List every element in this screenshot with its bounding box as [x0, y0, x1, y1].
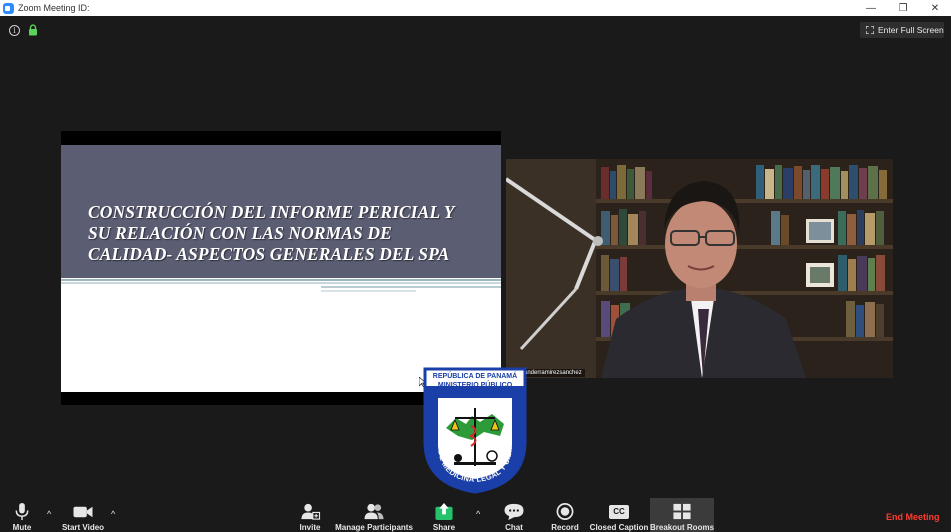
minimize-button[interactable]: —	[855, 0, 887, 16]
record-icon	[556, 503, 574, 520]
zoom-app-icon	[3, 2, 14, 14]
video-camera-icon	[73, 506, 93, 518]
invite-person-icon	[301, 503, 321, 520]
chat-bubble-icon	[504, 503, 524, 521]
breakout-rooms-label: Breakout Rooms	[650, 523, 715, 532]
share-options-caret-icon[interactable]: ^	[476, 509, 480, 519]
close-button[interactable]: ✕	[919, 0, 951, 16]
full-screen-label: Enter Full Screen	[878, 25, 944, 35]
breakout-rooms-icon	[673, 503, 691, 520]
encryption-lock-icon[interactable]	[27, 24, 39, 36]
closed-caption-label: Closed Caption	[589, 523, 649, 532]
seal-ring-text: INSTITUTO DE MEDICINA LEGAL Y CIENCIAS F…	[422, 366, 514, 484]
zoom-meeting-window: Zoom Meeting ID: — ❐ ✕ i Enter Full Scre…	[0, 0, 951, 532]
shared-screen[interactable]: CONSTRUCCIÓN DEL INFORME PERICIAL Y SU R…	[61, 131, 501, 405]
record-button[interactable]: Record	[549, 498, 581, 532]
chat-button[interactable]: Chat	[498, 498, 530, 532]
record-label: Record	[551, 523, 579, 532]
closed-caption-button[interactable]: CC Closed Caption	[590, 498, 648, 532]
slide-title-line-2: SU RELACIÓN CON LAS NORMAS DE	[88, 223, 392, 243]
invite-label: Invite	[299, 523, 321, 532]
microphone-icon	[15, 502, 29, 521]
svg-text:INSTITUTO DE MEDICINA LEGAL Y: INSTITUTO DE MEDICINA LEGAL Y CIENCIAS F…	[422, 366, 514, 484]
slide-title-line-1: CONSTRUCCIÓN DEL INFORME PERICIAL Y	[88, 202, 455, 222]
start-video-label: Start Video	[61, 523, 105, 532]
invite-button[interactable]: Invite	[294, 498, 326, 532]
closed-caption-icon: CC	[607, 502, 631, 521]
manage-participants-label: Manage Participants	[335, 523, 413, 532]
title-bar: Zoom Meeting ID: — ❐ ✕	[0, 0, 951, 16]
participants-icon	[364, 503, 384, 520]
cc-glyph: CC	[609, 504, 629, 519]
start-video-button[interactable]: Start Video	[60, 498, 106, 532]
chat-label: Chat	[505, 523, 523, 532]
slide-title: CONSTRUCCIÓN DEL INFORME PERICIAL Y SU R…	[88, 202, 488, 265]
institute-seal-logo: REPÚBLICA DE PANAMÁ MINISTERIO PÚBLICO I…	[422, 366, 528, 494]
presentation-slide: CONSTRUCCIÓN DEL INFORME PERICIAL Y SU R…	[61, 145, 501, 392]
window-controls: — ❐ ✕	[855, 0, 951, 16]
end-meeting-button[interactable]: End Meeting	[886, 512, 940, 522]
participant-video-frame	[506, 159, 893, 378]
share-screen-button[interactable]: Share	[428, 498, 460, 532]
audio-options-caret-icon[interactable]: ^	[47, 509, 51, 519]
manage-participants-button[interactable]: Manage Participants	[333, 498, 415, 532]
slide-decorative-stripes	[61, 279, 501, 299]
participant-video[interactable]: alexanderramirezsanchez	[506, 159, 893, 378]
window-title: Zoom Meeting ID:	[18, 3, 90, 13]
slide-title-line-3: CALIDAD- ASPECTOS GENERALES DEL SPA	[88, 244, 450, 264]
mute-label: Mute	[12, 523, 32, 532]
full-screen-icon	[866, 26, 874, 34]
meeting-info-icon[interactable]: i	[9, 25, 20, 36]
enter-full-screen-button[interactable]: Enter Full Screen	[860, 22, 944, 38]
video-options-caret-icon[interactable]: ^	[111, 509, 115, 519]
mute-button[interactable]: Mute	[6, 498, 38, 532]
share-screen-icon	[435, 502, 453, 521]
breakout-rooms-button[interactable]: Breakout Rooms	[650, 498, 714, 532]
share-label: Share	[432, 523, 456, 532]
restore-button[interactable]: ❐	[887, 0, 919, 16]
